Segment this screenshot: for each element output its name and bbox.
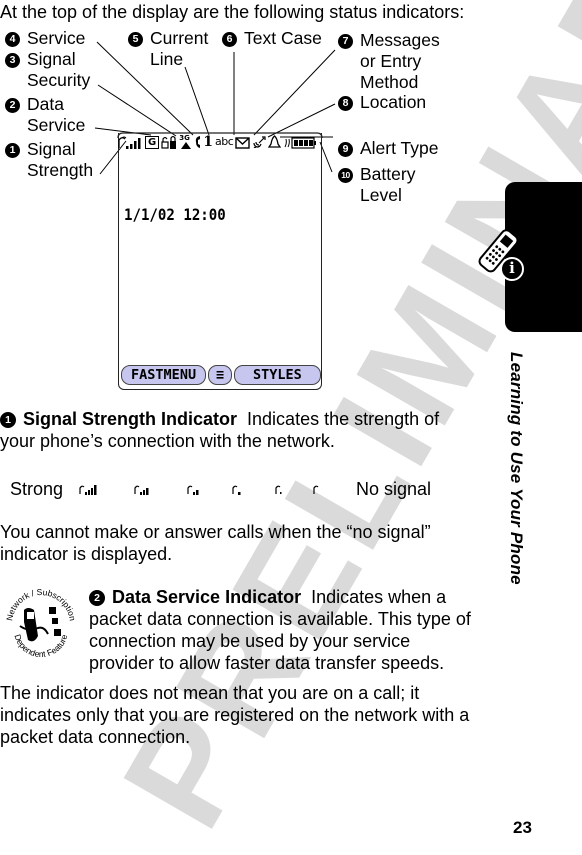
- callout-signal-security: 3 Signal Security: [5, 49, 90, 91]
- callout-label: Signal: [27, 139, 76, 159]
- service-3g-label: 3G: [179, 134, 190, 142]
- callout-label: Strength: [27, 160, 94, 180]
- menu-softkey[interactable]: ≡: [208, 365, 232, 385]
- fastmenu-softkey[interactable]: FASTMENU: [121, 365, 207, 385]
- network-subscription-feature-icon: Network / Subscription Dependent Feature: [4, 587, 78, 659]
- callout-battery-level: 10 Battery Level: [338, 164, 415, 206]
- callout-number: 6: [222, 32, 237, 47]
- alert-bell-icon: [268, 135, 282, 148]
- page-number: 23: [513, 818, 532, 837]
- section-heading: Data Service Indicator: [112, 587, 302, 607]
- callout-service: 4 Service: [5, 28, 85, 49]
- section-text: Indicates the strength of: [247, 409, 440, 429]
- chapter-title: Learning to Use Your Phone: [507, 352, 526, 585]
- callout-messages: 7 Messages or Entry Method: [338, 30, 440, 93]
- softkey-bar: FASTMENU ≡ STYLES: [121, 365, 321, 385]
- info-glyph: i: [509, 259, 515, 277]
- status-bar: G 3G 1 abc: [117, 133, 323, 149]
- callout-number: 8: [338, 96, 353, 111]
- callout-label: Current: [150, 28, 209, 48]
- phone-datetime: 1/1/02 12:00: [124, 205, 226, 224]
- callout-label: Service: [27, 28, 86, 48]
- service-3g-icon: 3G: [179, 134, 193, 149]
- section-text: packet data connection.: [0, 727, 191, 747]
- phone-info-icon: [478, 229, 524, 281]
- section-data-service: 2 Data Service Indicator Indicates when a…: [89, 586, 471, 674]
- callout-number: 7: [338, 34, 353, 49]
- section-number: 2: [89, 590, 105, 606]
- callout-label: Text Case: [244, 28, 322, 48]
- section-text: indicates only that you are registered o…: [0, 705, 470, 725]
- section-text: The indicator does not mean that you are…: [0, 683, 420, 703]
- current-line-number: 1: [203, 134, 213, 150]
- section-heading: Signal Strength Indicator: [23, 409, 238, 429]
- signal-level-5-icon: [79, 485, 97, 495]
- callout-number: 10: [338, 168, 353, 183]
- callout-label: Signal: [27, 49, 76, 69]
- svg-text:Network / Subscription: Network / Subscription: [4, 587, 78, 622]
- callout-label: Location: [360, 92, 427, 112]
- callout-number: 9: [338, 142, 353, 157]
- section-text: packet data connection is available. Thi…: [89, 609, 471, 629]
- callout-number: 2: [5, 98, 20, 113]
- data-service-icon: G: [145, 136, 160, 149]
- strong-label: Strong: [10, 479, 64, 499]
- callout-location: 8 Location: [338, 92, 426, 113]
- callout-label: or Entry: [360, 51, 422, 71]
- location-icon: [253, 136, 266, 149]
- callout-label: Alert Type: [360, 138, 439, 158]
- section-text: provider to allow faster data transfer s…: [89, 653, 445, 673]
- signal-security-lock-icon: [161, 135, 177, 149]
- section-number: 1: [0, 412, 16, 428]
- signal-strength-icon: [118, 136, 141, 149]
- section-text: connection may be used by your service: [89, 631, 411, 651]
- signal-level-1-icon: [275, 485, 282, 494]
- callout-data-service: 2 Data Service: [5, 94, 85, 136]
- callout-label: Data: [27, 94, 64, 114]
- note-text: You cannot make or answer calls when the…: [0, 522, 431, 542]
- svg-text:Dependent Feature: Dependent Feature: [12, 633, 69, 659]
- section-data-service-continued: The indicator does not mean that you are…: [0, 682, 469, 748]
- callout-current-line: 5 Current Line: [128, 28, 208, 70]
- callout-number: 5: [128, 32, 143, 47]
- callout-number: 4: [5, 32, 20, 47]
- section-text: your phone’s connection with the network…: [0, 431, 335, 451]
- leader-line-5: [184, 66, 210, 136]
- callout-label: Security: [27, 70, 91, 90]
- callout-number: 3: [5, 53, 20, 68]
- callout-label: Battery: [360, 164, 416, 184]
- service-tower-shape: [181, 142, 192, 149]
- message-envelope-icon: [235, 137, 250, 149]
- badge-bottom-text: Dependent Feature: [12, 633, 69, 659]
- badge-top-text: Network / Subscription: [4, 587, 78, 622]
- signal-level-0-icon: [313, 485, 319, 494]
- callout-label: Method: [360, 72, 419, 92]
- no-signal-label: No signal: [356, 479, 432, 499]
- note-text: indicator is displayed.: [0, 544, 173, 564]
- section-text: Indicates when a: [311, 587, 447, 607]
- callout-alert-type: 9 Alert Type: [338, 138, 438, 159]
- text-case-icon: abc: [214, 135, 234, 148]
- leader-line-7: [253, 49, 336, 136]
- signal-level-4-icon: [134, 485, 149, 495]
- callout-number: 1: [5, 143, 20, 158]
- callout-text-case: 6 Text Case: [222, 28, 322, 49]
- callout-label: Level: [360, 185, 402, 205]
- signal-level-2-icon: [232, 485, 241, 495]
- leader-line-3: [97, 84, 177, 137]
- intro-text: At the top of the display are the follow…: [0, 2, 465, 22]
- no-signal-note: You cannot make or answer calls when the…: [0, 521, 431, 565]
- callout-label: Messages: [360, 30, 440, 50]
- current-line-handset-icon: [196, 136, 201, 148]
- battery-icon: [284, 137, 317, 149]
- callout-label: Line: [150, 49, 184, 69]
- signal-level-3-icon: [187, 485, 199, 495]
- signal-scale: Strong No signal: [10, 479, 480, 501]
- callout-signal-strength: 1 Signal Strength: [5, 139, 93, 181]
- phone-screen: [118, 133, 322, 390]
- callout-label: Service: [27, 115, 86, 135]
- styles-softkey[interactable]: STYLES: [233, 365, 321, 385]
- section-signal-strength: 1 Signal Strength Indicator Indicates the…: [0, 408, 439, 452]
